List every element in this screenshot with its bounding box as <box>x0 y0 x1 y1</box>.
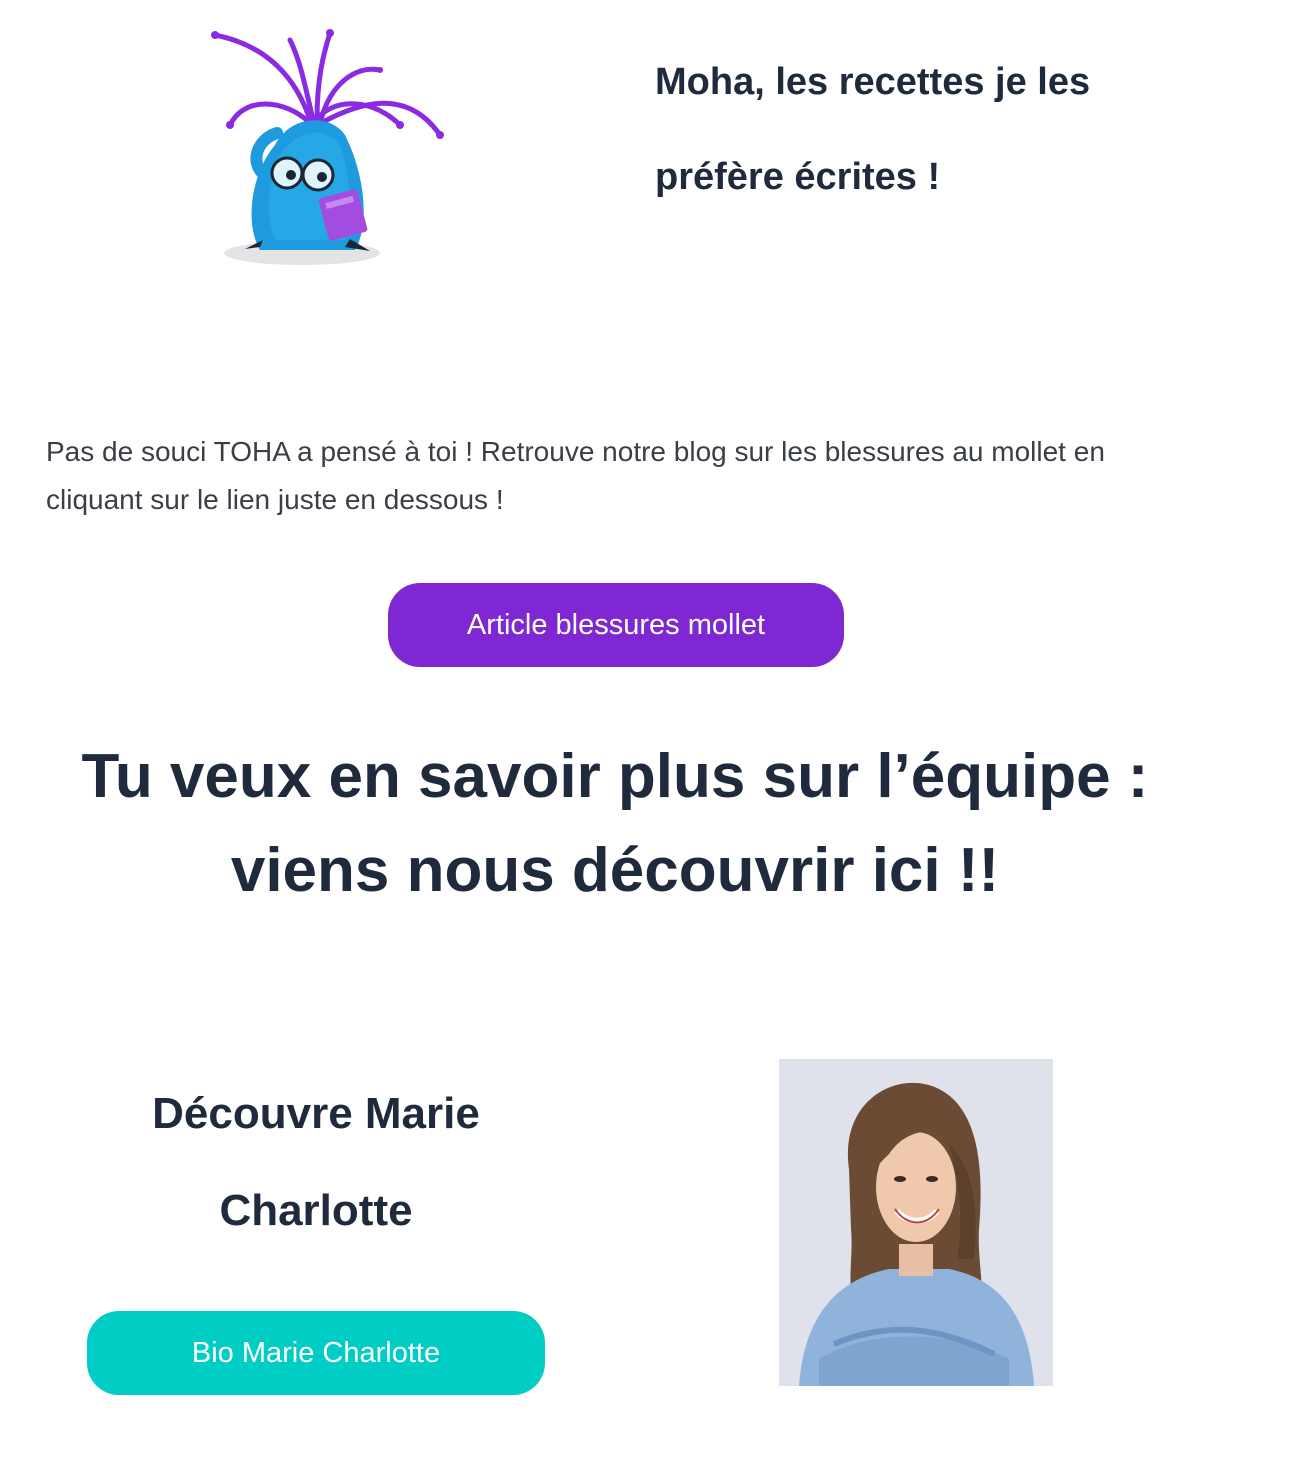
top-heading-line1: Moha, les recettes je les <box>655 61 1091 103</box>
mascot-illustration <box>205 25 455 275</box>
top-heading: Moha, les recettes je les préfère écrite… <box>655 35 1275 225</box>
team-heading-line1: Tu veux en savoir plus sur l’équipe : <box>81 742 1149 811</box>
discover-heading: Découvre Marie Charlotte <box>87 1065 545 1259</box>
bio-button-label: Bio Marie Charlotte <box>191 1336 441 1369</box>
discover-heading-line2: Charlotte <box>219 1186 413 1235</box>
discover-heading-line1: Découvre Marie <box>152 1089 480 1138</box>
bio-button[interactable]: Bio Marie Charlotte <box>87 1311 545 1395</box>
team-heading-line2: viens nous découvrir ici !! <box>230 836 1000 905</box>
top-heading-line2: préfère écrites ! <box>655 156 941 198</box>
profile-photo <box>779 1059 1053 1386</box>
article-button[interactable]: Article blessures mollet <box>388 583 844 667</box>
intro-paragraph: Pas de souci TOHA a pensé à toi ! Retrou… <box>46 436 1105 515</box>
article-button-label: Article blessures mollet <box>466 608 766 641</box>
team-heading: Tu veux en savoir plus sur l’équipe : vi… <box>0 730 1230 918</box>
